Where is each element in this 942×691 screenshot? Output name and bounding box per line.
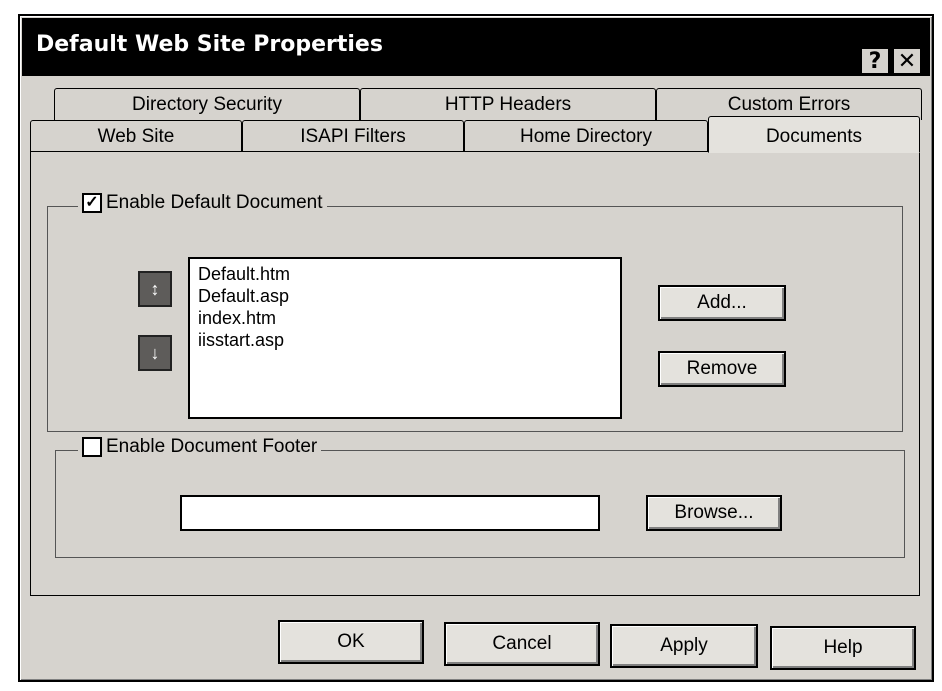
- list-item[interactable]: Default.asp: [198, 285, 612, 307]
- enable-document-footer-checkbox[interactable]: [82, 437, 102, 457]
- tab-label: HTTP Headers: [444, 94, 572, 115]
- help-button[interactable]: Help: [770, 626, 916, 670]
- properties-dialog: Default Web Site Properties ? ✕ Director…: [18, 14, 934, 682]
- browse-button-label: Browse...: [674, 502, 754, 523]
- remove-button-label: Remove: [686, 358, 758, 379]
- list-item[interactable]: Default.htm: [198, 263, 612, 285]
- remove-button[interactable]: Remove: [658, 351, 786, 387]
- add-button[interactable]: Add...: [658, 285, 786, 321]
- tab-label: Home Directory: [520, 126, 652, 147]
- help-button-label: Help: [823, 637, 863, 658]
- tab-web-site[interactable]: Web Site: [30, 120, 242, 152]
- close-icon[interactable]: ✕: [892, 47, 922, 75]
- enable-default-document-label: Enable Default Document: [106, 192, 323, 213]
- cancel-button[interactable]: Cancel: [444, 622, 600, 666]
- default-document-group: ✓ Enable Default Document ↕ ↓ Default.ht…: [47, 192, 903, 432]
- apply-button-label: Apply: [660, 635, 708, 656]
- move-up-button[interactable]: ↕: [138, 271, 172, 307]
- browse-button[interactable]: Browse...: [646, 495, 782, 531]
- help-icon[interactable]: ?: [860, 47, 890, 75]
- list-item[interactable]: index.htm: [198, 307, 612, 329]
- tab-label: Custom Errors: [727, 94, 851, 115]
- tab-isapi-filters[interactable]: ISAPI Filters: [242, 120, 464, 152]
- tab-label: Web Site: [97, 126, 175, 147]
- cancel-button-label: Cancel: [492, 633, 552, 654]
- tab-http-headers[interactable]: HTTP Headers: [360, 88, 656, 120]
- tab-home-directory[interactable]: Home Directory: [464, 120, 708, 152]
- tab-label: ISAPI Filters: [300, 126, 406, 147]
- list-item[interactable]: iisstart.asp: [198, 329, 612, 351]
- ok-button[interactable]: OK: [278, 620, 424, 664]
- tab-label: Documents: [765, 126, 863, 147]
- move-down-button[interactable]: ↓: [138, 335, 172, 371]
- enable-default-document-checkbox[interactable]: ✓: [82, 193, 102, 213]
- ok-button-label: OK: [337, 631, 365, 652]
- apply-button[interactable]: Apply: [610, 624, 758, 668]
- add-button-label: Add...: [697, 292, 747, 313]
- documents-panel: ✓ Enable Default Document ↕ ↓ Default.ht…: [30, 151, 920, 596]
- document-footer-group: Enable Document Footer Browse...: [55, 436, 905, 558]
- window-title: Default Web Site Properties: [36, 32, 383, 57]
- default-document-legend: ✓ Enable Default Document: [78, 192, 327, 214]
- default-document-list[interactable]: Default.htm Default.asp index.htm iissta…: [188, 257, 622, 419]
- title-bar: Default Web Site Properties ? ✕: [22, 18, 930, 76]
- arrow-up-icon: ↕: [150, 278, 160, 299]
- document-footer-legend: Enable Document Footer: [78, 436, 322, 458]
- enable-document-footer-label: Enable Document Footer: [106, 436, 318, 457]
- tab-label: Directory Security: [132, 94, 282, 115]
- tab-directory-security[interactable]: Directory Security: [54, 88, 360, 120]
- arrow-down-icon: ↓: [150, 342, 160, 363]
- footer-path-field[interactable]: [180, 495, 600, 531]
- tab-documents[interactable]: Documents: [708, 116, 920, 153]
